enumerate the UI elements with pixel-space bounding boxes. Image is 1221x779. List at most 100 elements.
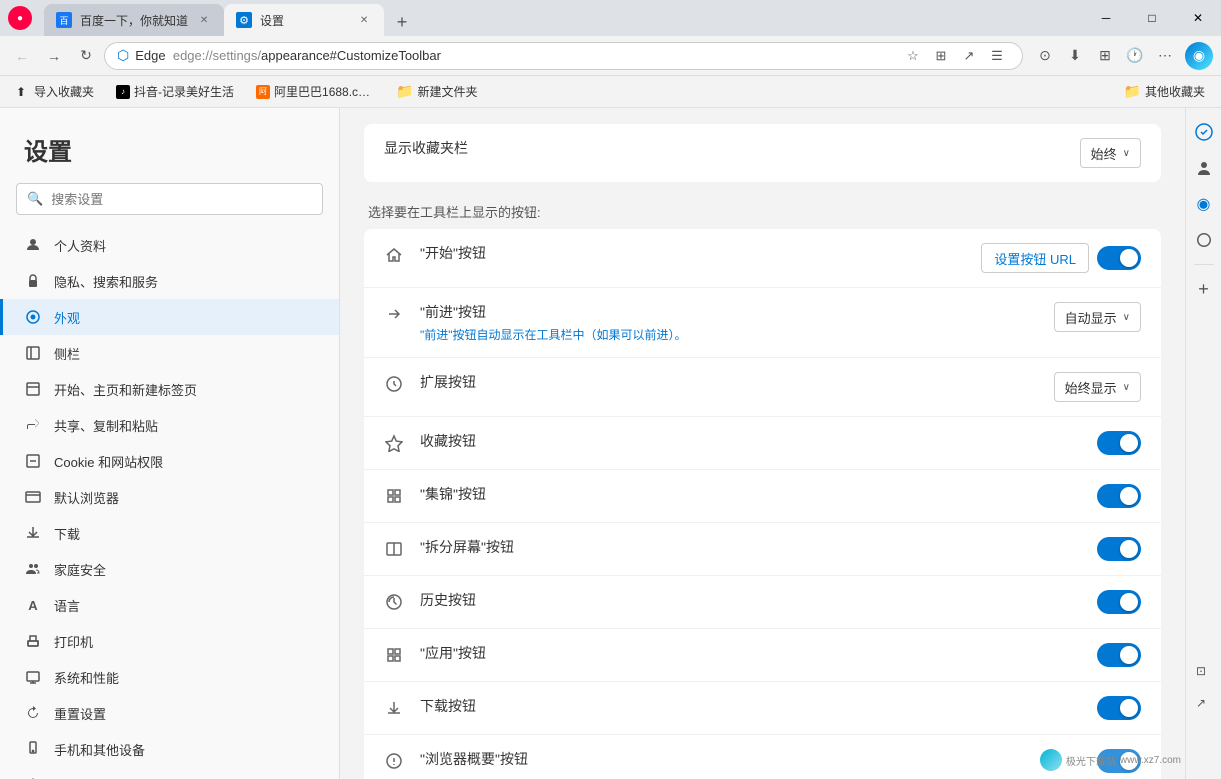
sidebar-item-share[interactable]: 共享、复制和粘贴 (0, 407, 339, 443)
tab-1-close[interactable]: ✕ (196, 12, 212, 28)
star-icon[interactable]: ☆ (900, 43, 926, 69)
downloads-toolbar-icon[interactable]: ⬇ (1061, 42, 1089, 70)
sidebar-item-family[interactable]: 家庭安全 (0, 551, 339, 587)
sidebar-item-reset[interactable]: 重置设置 (0, 695, 339, 731)
sidebar-item-appearance-label: 外观 (54, 308, 80, 327)
sidebar-item-cookies-label: Cookie 和网站权限 (54, 452, 163, 471)
sidebar-item-profile[interactable]: 个人资料 (0, 227, 339, 263)
share-icon[interactable]: ↗ (956, 43, 982, 69)
add-sidebar-icon[interactable]: + (1188, 273, 1220, 305)
tab-1-title: 百度一下，你就知道 (80, 12, 188, 29)
forward-dropdown-arrow: ∨ (1123, 312, 1130, 323)
new-tab-button[interactable]: + (388, 8, 416, 36)
tab-2-close[interactable]: ✕ (356, 12, 372, 28)
splitscreen-row-icon (384, 539, 404, 559)
minimize-button[interactable]: ─ (1083, 0, 1129, 36)
external-link-sidebar-icon[interactable]: ↗ (1185, 687, 1217, 719)
address-bar: ← → ↻ ⬡ Edge edge://settings/appearance#… (0, 36, 1221, 76)
copilot-sidebar-icon[interactable] (1188, 116, 1220, 148)
maximize-button[interactable]: □ (1129, 0, 1175, 36)
profile-nav-icon (24, 236, 42, 254)
sidebar-item-privacy[interactable]: 隐私、搜索和服务 (0, 263, 339, 299)
favorites-toggle[interactable] (1097, 431, 1141, 455)
home-toggle[interactable] (1097, 246, 1141, 270)
bookmark-tiktok[interactable]: ♪ 抖音-记录美好生活 (108, 80, 242, 104)
edge-logo-icon: ⬡ (117, 47, 129, 64)
add-to-collections-icon[interactable]: ⊞ (928, 43, 954, 69)
search-box[interactable]: 🔍 (16, 183, 323, 215)
search-input[interactable] (51, 192, 312, 207)
toolbar-section-label: 选择要在工具栏上显示的按钮: (364, 190, 1161, 229)
forward-dropdown-value: 自动显示 (1065, 308, 1117, 327)
toolbar-settings-block: "开始"按钮 设置按钮 URL "前进"按钮 "前进"按钮自动显示在工具栏中（如… (364, 229, 1161, 779)
extensions-row-icon (384, 374, 404, 394)
dropdown-arrow-icon: ∨ (1123, 148, 1130, 159)
sidebar-item-print-label: 打印机 (54, 632, 93, 651)
address-input[interactable]: ⬡ Edge edge://settings/appearance#Custom… (104, 42, 1023, 70)
sidebar-item-downloads-label: 下载 (54, 524, 80, 543)
extensions-dropdown[interactable]: 始终显示 ∨ (1054, 372, 1141, 402)
sidebar-item-startup-label: 开始、主页和新建标签页 (54, 380, 197, 399)
copilot2-sidebar-icon[interactable] (1188, 224, 1220, 256)
ali-icon: 阿 (256, 85, 270, 99)
collections-row-content: "集锦"按钮 (420, 484, 1081, 504)
close-button[interactable]: ✕ (1175, 0, 1221, 36)
apps-toolbar-icon[interactable]: ⊞ (1091, 42, 1119, 70)
tab-1-favicon: 百 (56, 12, 72, 28)
collections-toggle[interactable] (1097, 484, 1141, 508)
bookmark-new-folder[interactable]: 📁 新建文件夹 (388, 80, 485, 104)
profile-icon[interactable]: ⊙ (1031, 42, 1059, 70)
sidebar-item-default-browser[interactable]: 默认浏览器 (0, 479, 339, 515)
browser-essentials-row-icon (384, 751, 404, 771)
tab-2[interactable]: ⚙ 设置 ✕ (224, 4, 384, 36)
forward-button[interactable]: → (40, 42, 68, 70)
outlook-sidebar-icon[interactable]: ◉ (1188, 188, 1220, 220)
share-nav-icon (24, 416, 42, 434)
apps-toggle[interactable] (1097, 643, 1141, 667)
tab-bar: 百 百度一下，你就知道 ✕ ⚙ 设置 ✕ + (44, 0, 416, 36)
sidebar-item-accessibility-label: 辅助功能 (54, 776, 106, 779)
other-folder-icon: 📁 (1124, 83, 1141, 100)
sidebar-item-downloads[interactable]: 下载 (0, 515, 339, 551)
reset-nav-icon (24, 704, 42, 722)
downloads-btn-toggle[interactable] (1097, 696, 1141, 720)
sidebar-item-cookies[interactable]: Cookie 和网站权限 (0, 443, 339, 479)
refresh-button[interactable]: ↻ (72, 42, 100, 70)
search-icon: 🔍 (27, 191, 43, 207)
downloads-btn-row-content: 下载按钮 (420, 696, 1081, 716)
sidebar-item-sidebar[interactable]: 侧栏 (0, 335, 339, 371)
forward-dropdown[interactable]: 自动显示 ∨ (1054, 302, 1141, 332)
other-bookmarks[interactable]: 📁 其他收藏夹 (1116, 80, 1213, 104)
tab-1[interactable]: 百 百度一下，你就知道 ✕ (44, 4, 224, 36)
history-toggle[interactable] (1097, 590, 1141, 614)
setting-row-splitscreen: "拆分屏幕"按钮 (364, 523, 1161, 576)
sidebar-item-accessibility[interactable]: 辅助功能 (0, 767, 339, 779)
tab-2-title: 设置 (260, 12, 348, 29)
sidebar-item-share-label: 共享、复制和粘贴 (54, 416, 158, 435)
profile-sidebar-icon[interactable] (1188, 152, 1220, 184)
sidebar-item-mobile[interactable]: 手机和其他设备 (0, 731, 339, 767)
extensions-row-action: 始终显示 ∨ (1054, 372, 1141, 402)
sidebar-item-appearance[interactable]: 外观 (0, 299, 339, 335)
show-favorites-value: 始终 (1091, 144, 1117, 163)
set-url-button[interactable]: 设置按钮 URL (981, 243, 1089, 273)
read-aloud-icon[interactable]: ☰ (984, 43, 1010, 69)
show-favorites-dropdown[interactable]: 始终 ∨ (1080, 138, 1141, 168)
bookmark-ali[interactable]: 阿 阿里巴巴1688.com... (248, 80, 382, 104)
sidebar-item-language[interactable]: A 语言 (0, 587, 339, 623)
back-button[interactable]: ← (8, 42, 36, 70)
user-profile-button[interactable]: ◉ (1185, 42, 1213, 70)
splitscreen-row-action (1097, 537, 1141, 561)
forward-row-icon (384, 304, 404, 324)
downloads-btn-row-action (1097, 696, 1141, 720)
screenshot-sidebar-icon[interactable]: ⊡ (1185, 655, 1217, 687)
sidebar-item-system[interactable]: 系统和性能 (0, 659, 339, 695)
splitscreen-toggle[interactable] (1097, 537, 1141, 561)
setting-row-downloads-btn: 下载按钮 (364, 682, 1161, 735)
bookmark-import[interactable]: ⬆ 导入收藏夹 (8, 80, 102, 104)
show-favorites-title: 显示收藏夹栏 (384, 138, 1064, 158)
more-tools-icon[interactable]: ⋯ (1151, 42, 1179, 70)
history-toolbar-icon[interactable]: 🕐 (1121, 42, 1149, 70)
sidebar-item-print[interactable]: 打印机 (0, 623, 339, 659)
sidebar-item-startup[interactable]: 开始、主页和新建标签页 (0, 371, 339, 407)
